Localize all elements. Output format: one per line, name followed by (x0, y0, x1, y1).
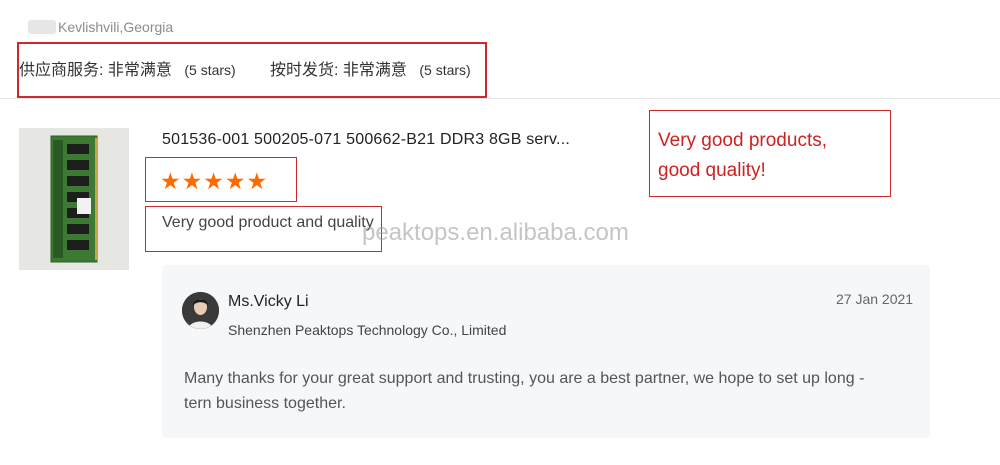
star-icon: ★ (224, 168, 246, 194)
annotation-line-1: Very good products, (658, 130, 827, 151)
star-icon: ★ (203, 168, 224, 194)
star-icon: ★ (246, 168, 268, 194)
delivery-label: 按时发货: (270, 62, 339, 79)
product-title-link[interactable]: 501536-001 500205-071 500662-B21 DDR3 8G… (162, 131, 570, 149)
on-time-delivery-rating: 按时发货: 非常满意 (5 stars) (270, 56, 471, 80)
person-avatar-icon (182, 292, 219, 329)
section-divider (0, 98, 1000, 99)
delivery-value: 非常满意 (342, 62, 407, 79)
product-star-rating: ★★★★★ (160, 170, 268, 194)
reply-date: 27 Jan 2021 (836, 291, 914, 307)
review-comment: Very good product and quality (162, 214, 374, 231)
product-thumbnail[interactable] (19, 128, 129, 270)
supplier-service-stars: (5 stars) (184, 62, 236, 78)
avatar (182, 292, 219, 329)
ram-module-image (19, 128, 129, 270)
supplier-service-rating: 供应商服务: 非常满意 (5 stars) (19, 56, 236, 80)
reply-company-name: Shenzhen Peaktops Technology Co., Limite… (228, 322, 507, 338)
reply-message: Many thanks for your great support and t… (184, 370, 865, 412)
supplier-service-label: 供应商服务: (19, 62, 104, 79)
star-icon: ★ (160, 168, 181, 194)
reply-author-name: Ms.Vicky Li (228, 293, 309, 310)
supplier-service-value: 非常满意 (107, 62, 172, 79)
annotation-line-2: good quality! (658, 160, 766, 181)
watermark-text: peaktops.en.alibaba.com (362, 219, 629, 246)
reviewer-name-blurred (28, 20, 56, 34)
annotation-text: Very good products, good quality! (658, 126, 888, 186)
star-icon: ★ (181, 168, 203, 194)
delivery-stars: (5 stars) (419, 62, 471, 78)
reviewer-location: Kevlishvili,Georgia (58, 19, 174, 35)
